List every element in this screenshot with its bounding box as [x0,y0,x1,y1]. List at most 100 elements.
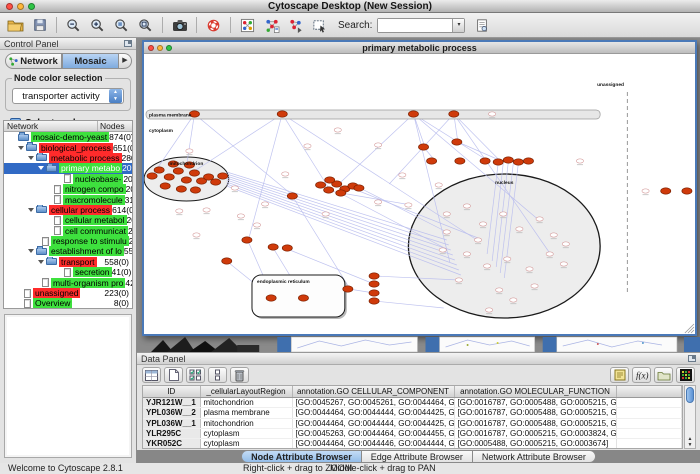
tree-row[interactable]: unassigned223(0) [4,288,132,298]
help-icon[interactable] [202,15,225,36]
network-node-small[interactable] [399,173,406,177]
network-node[interactable] [661,188,671,194]
node-id-cell[interactable]: YPL036W__1 [143,418,200,428]
network-node-small[interactable] [483,264,490,268]
tree-row[interactable]: macromolecule311(0) [4,194,132,204]
network-node-small[interactable] [516,227,523,231]
column-header[interactable]: annotation.GO MOLECULAR_FUNCTION [454,386,616,398]
tree-row[interactable]: Overview8(0) [4,298,132,308]
select-mode-icon[interactable] [308,15,331,36]
resize-grip-icon[interactable] [688,327,694,333]
tree-row[interactable]: nucleobase-209(0) [4,174,132,184]
network-node-small[interactable] [479,222,486,226]
network-node-small[interactable] [485,308,492,312]
network-node-small[interactable] [374,143,381,147]
table-row[interactable]: YPL036W__1mitochondrion[GO:0044464, GO:0… [143,418,682,428]
network-node[interactable] [369,290,379,296]
network-node-small[interactable] [253,223,260,227]
network-node[interactable] [176,186,186,192]
scrollbar-thumb[interactable] [686,387,694,403]
network-window-titlebar[interactable]: primary metabolic process [144,42,695,54]
network-node-small[interactable] [334,128,341,132]
network-node[interactable] [418,144,428,150]
tree-row[interactable]: biological_process651(0) [4,142,132,152]
network-node[interactable] [369,298,379,304]
network-node[interactable] [204,174,214,180]
node-id-cell[interactable]: YLR295C [143,428,200,438]
network-canvas[interactable]: plasma membranecytoplasmmitochondrionnuc… [144,54,695,334]
network-node-small[interactable] [443,212,450,216]
import-table-icon[interactable] [260,15,283,36]
import-attributes-icon[interactable] [654,367,673,383]
attribute-cell[interactable]: mitochondrion [200,398,292,408]
tab-mosaic[interactable]: Mosaic [62,53,119,69]
attribute-cell[interactable]: plasma membrane [200,408,292,418]
network-node[interactable] [336,190,346,196]
column-header[interactable]: annotation.GO CELLULAR_COMPONENT [292,386,454,398]
network-node[interactable] [427,158,437,164]
expand-arrow-icon[interactable] [28,156,34,160]
network-node-small[interactable] [443,230,450,234]
network-node-small[interactable] [510,298,517,302]
network-node[interactable] [266,295,276,301]
network-node-small[interactable] [176,209,183,213]
network-merge-icon[interactable] [284,15,307,36]
tree-row[interactable]: mosaic-demo-yeast874(0) [4,132,132,142]
zoom-window-button[interactable] [28,3,35,10]
network-node-small[interactable] [435,183,442,187]
table-row[interactable]: YPL036W__2plasma membrane[GO:0044464, GO… [143,408,682,418]
network-node[interactable] [452,139,462,145]
node-id-cell[interactable]: YJR121W__1 [143,398,200,408]
tree-row[interactable]: cellular metabol209(0) [4,215,132,225]
network-node-small[interactable] [322,212,329,216]
close-view-button[interactable] [148,45,154,51]
zoom-fit-icon[interactable] [134,15,157,36]
network-node[interactable] [242,237,252,243]
tab-edge-attribute-browser[interactable]: Edge Attribute Browser [362,450,473,463]
network-node-small[interactable] [186,149,193,153]
network-node[interactable] [164,174,174,180]
zoom-selected-region-icon[interactable] [110,15,133,36]
network-node-small[interactable] [463,252,470,256]
network-node[interactable] [354,185,364,191]
more-tabs-arrow-icon[interactable]: ▶ [119,53,132,69]
tree-row[interactable]: multi-organism pro42(0) [4,277,132,287]
tree-column-nodes[interactable]: Nodes [98,121,132,131]
network-node-small[interactable] [282,172,289,176]
expand-arrow-icon[interactable] [18,146,24,150]
network-node[interactable] [181,177,191,183]
expand-arrow-icon[interactable] [28,208,34,212]
tree-row[interactable]: metabolic process280(0) [4,153,132,163]
attribute-cell[interactable]: [GO:0044464, GO:0044444, GO:0044425, G..… [292,408,454,418]
network-node[interactable] [523,158,533,164]
resize-grip-icon[interactable] [691,330,694,333]
network-node-small[interactable] [531,284,538,288]
network-node[interactable] [408,111,418,117]
network-node[interactable] [324,187,334,193]
search-input[interactable] [378,19,452,32]
tree-row[interactable]: nitrogen compo209(0) [4,184,132,194]
network-node[interactable] [682,188,692,194]
delete-attribute-icon[interactable] [230,367,249,383]
unselect-attributes-icon[interactable] [208,367,227,383]
network-node[interactable] [222,258,232,264]
network-node-small[interactable] [455,278,462,282]
network-node[interactable] [449,111,459,117]
attribute-cell[interactable]: [GO:0005488, GO:0005215, GO:0003674] [454,439,616,449]
column-header[interactable]: _cellularLayoutRegion [200,386,292,398]
network-node[interactable] [343,286,353,292]
network-node-small[interactable] [203,208,210,212]
tab-network[interactable]: Network [5,53,62,69]
minimize-window-button[interactable] [17,3,24,10]
network-node-small[interactable] [496,288,503,292]
network-node-small[interactable] [576,159,583,163]
network-node-small[interactable] [526,267,533,271]
tree-row[interactable]: primary metabo209(... [4,163,132,173]
network-node-small[interactable] [550,233,557,237]
attribute-cell[interactable]: mitochondrion [200,418,292,428]
network-node[interactable] [154,167,164,173]
zoom-in-icon[interactable] [86,15,109,36]
table-scrollbar[interactable]: ▲▼ [684,385,696,449]
network-node-small[interactable] [536,217,543,221]
minimize-view-button[interactable] [157,45,163,51]
